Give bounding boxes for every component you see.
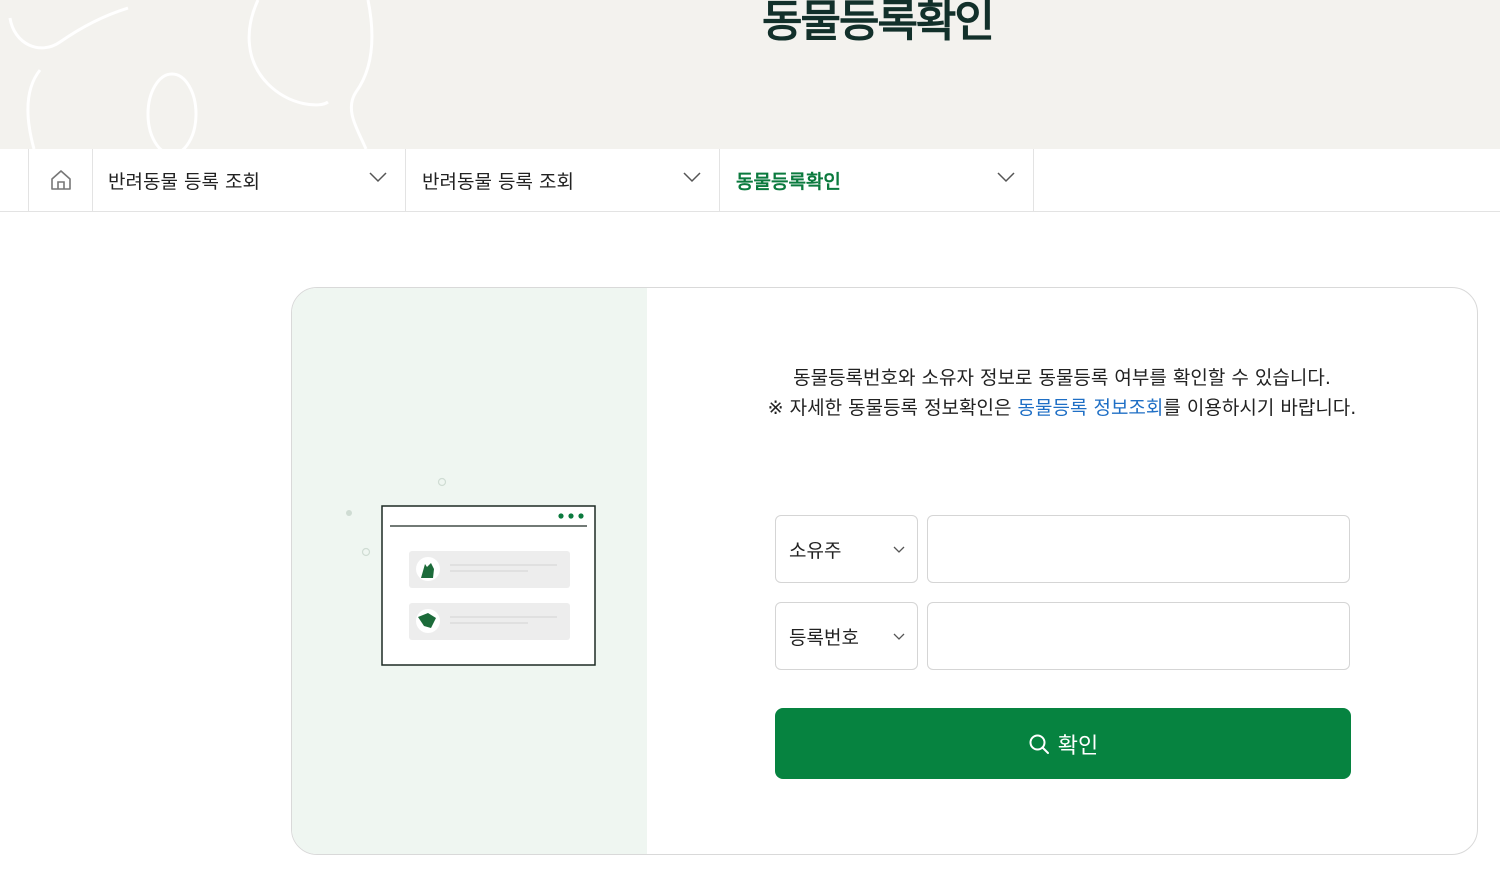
guide-description: 동물등록번호와 소유자 정보로 동물등록 여부를 확인할 수 있습니다. ※ 자… [762,363,1362,423]
chevron-down-icon [893,546,905,553]
breadcrumb: 반려동물 등록 조회 반려동물 등록 조회 동물등록확인 [0,149,1500,212]
page-hero: 동물등록확인 [0,0,1500,149]
breadcrumb-depth3[interactable]: 동물등록확인 [720,149,1034,211]
breadcrumb-home[interactable] [28,149,93,211]
breadcrumb-depth2[interactable]: 반려동물 등록 조회 [406,149,720,211]
registration-type-select[interactable]: 등록번호 [775,602,918,670]
pet-outline-illustration [8,0,374,149]
registration-info-link[interactable]: 동물등록 정보조회 [1018,397,1164,419]
illustration-panel [292,288,647,854]
breadcrumb-depth3-label: 동물등록확인 [736,170,841,193]
chevron-down-icon [683,172,701,183]
confirm-button[interactable]: 확인 [775,708,1351,779]
guide-text-line1: 동물등록번호와 소유자 정보로 동물등록 여부를 확인할 수 있습니다. [793,367,1331,389]
registration-list-illustration [346,477,596,666]
guide-text-suffix: 를 이용하시기 바랍니다. [1163,397,1357,419]
home-icon [50,170,71,190]
registration-number-input[interactable] [927,602,1350,670]
confirm-button-label: 확인 [1057,733,1099,759]
guide-text-line2: ※ 자세한 동물등록 정보확인은 동물등록 정보조회를 이용하시기 바랍니다. [762,393,1362,423]
search-icon [1029,734,1049,754]
chevron-down-icon [369,172,387,183]
guide-text-prefix: ※ 자세한 동물등록 정보확인은 [767,397,1018,419]
owner-type-select-value: 소유주 [789,539,842,562]
owner-name-input[interactable] [927,515,1350,583]
registration-type-select-value: 등록번호 [789,626,859,649]
breadcrumb-depth1[interactable]: 반려동물 등록 조회 [92,149,406,211]
chevron-down-icon [997,172,1015,183]
breadcrumb-depth2-label: 반려동물 등록 조회 [422,170,574,193]
registration-check-card: 동물등록번호와 소유자 정보로 동물등록 여부를 확인할 수 있습니다. ※ 자… [291,287,1478,855]
chevron-down-icon [893,633,905,640]
page-title: 동물등록확인 [762,0,995,47]
owner-type-select[interactable]: 소유주 [775,515,918,583]
breadcrumb-depth1-label: 반려동물 등록 조회 [108,170,260,193]
